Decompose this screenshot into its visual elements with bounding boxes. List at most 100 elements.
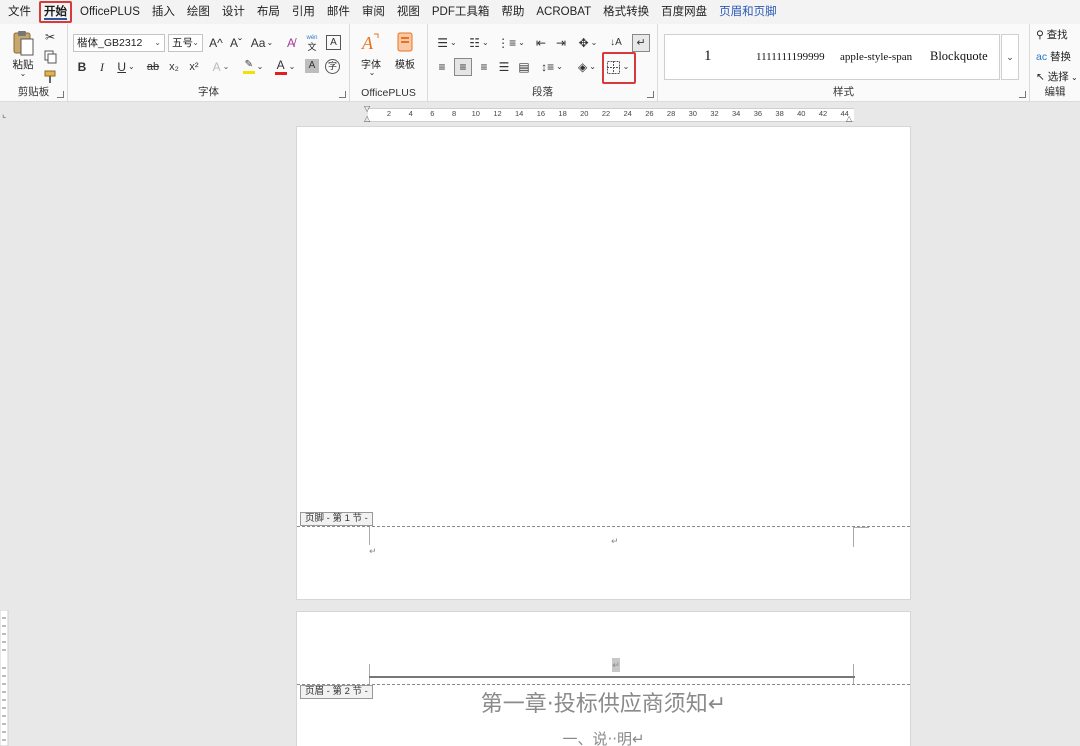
menu-tab-label: 设计 bbox=[221, 6, 245, 18]
tab-selector-icon[interactable]: ⌞ bbox=[2, 109, 6, 120]
styles-launcher-icon[interactable] bbox=[1019, 91, 1026, 98]
menu-tab[interactable]: 文件 bbox=[2, 1, 37, 23]
chinese-layout-button[interactable]: ✥ ⌄ bbox=[575, 34, 601, 52]
sort-icon[interactable]: ↓A bbox=[608, 34, 624, 52]
multilevel-list-button[interactable]: ⋮≡ ⌄ bbox=[497, 34, 525, 52]
menu-tab[interactable]: OfficePLUS bbox=[74, 1, 146, 23]
editing-group-label: 编辑 bbox=[1044, 86, 1066, 98]
font-size-value: 五号 bbox=[172, 37, 193, 49]
ruler-tick-label: 10 bbox=[471, 109, 480, 118]
highlight-color-button[interactable]: ✎ ⌄ bbox=[240, 58, 266, 76]
format-painter-icon[interactable] bbox=[42, 69, 58, 85]
document-page-2[interactable]: ↵ 页眉 - 第 2 节 - 第一章·投标供应商须知↵ 一、说··明↵ bbox=[296, 611, 911, 746]
font-size-dropdown[interactable]: 五号 ⌄ bbox=[168, 34, 203, 52]
styles-more-icon[interactable]: ⌄ bbox=[1001, 34, 1019, 80]
superscript-button[interactable]: x² bbox=[186, 58, 202, 76]
clipboard-launcher-icon[interactable] bbox=[57, 91, 64, 98]
chevron-down-icon[interactable]: ⌄ bbox=[368, 68, 376, 78]
enclose-characters-icon[interactable]: 字 bbox=[325, 59, 340, 74]
font-name-dropdown[interactable]: 楷体_GB2312 ⌄ bbox=[73, 34, 165, 52]
clipboard-group: 粘贴 ⌄ ✂ 剪贴板 bbox=[0, 24, 68, 102]
chinese-layout-icon: ✥ bbox=[578, 36, 589, 50]
font-launcher-icon[interactable] bbox=[339, 91, 346, 98]
line-spacing-button[interactable]: ↕≡ ⌄ bbox=[538, 58, 566, 76]
menu-tab[interactable]: 视图 bbox=[391, 1, 426, 23]
search-icon: ⚲ bbox=[1036, 29, 1044, 41]
officeplus-font-icon[interactable]: A bbox=[359, 30, 383, 54]
replace-label: 替换 bbox=[1050, 51, 1072, 63]
menu-tab[interactable]: PDF工具箱 bbox=[426, 1, 496, 23]
menu-tab[interactable]: 审阅 bbox=[356, 1, 391, 23]
officeplus-template-button[interactable]: 模板 bbox=[390, 56, 420, 71]
menu-tab-label: ACROBAT bbox=[536, 6, 592, 18]
chevron-down-icon: ⌄ bbox=[450, 38, 457, 47]
menu-tab[interactable]: 格式转换 bbox=[597, 1, 655, 23]
font-color-button[interactable]: A ⌄ bbox=[272, 58, 298, 76]
menu-tab[interactable]: 插入 bbox=[146, 1, 181, 23]
paste-dropdown-icon[interactable]: ⌄ bbox=[18, 69, 28, 79]
ruler-tick-label: 32 bbox=[710, 109, 719, 118]
menu-tab[interactable]: 开始 bbox=[39, 1, 72, 23]
shrink-font-icon[interactable]: Aˇ bbox=[228, 34, 244, 52]
distributed-icon[interactable]: ▤ bbox=[516, 58, 532, 76]
align-left-icon[interactable]: ≡ bbox=[434, 58, 450, 76]
phonetic-guide-button[interactable]: wén 文 bbox=[304, 34, 320, 52]
document-page-1[interactable]: 页脚 - 第 1 节 - ↵ ↵ bbox=[296, 126, 911, 600]
character-shading-icon[interactable]: A bbox=[305, 59, 319, 73]
ruler-tick-label: 36 bbox=[753, 109, 763, 118]
officeplus-template-icon[interactable] bbox=[394, 30, 416, 54]
menu-tab[interactable]: ACROBAT bbox=[530, 1, 597, 23]
shading-button[interactable]: ◈ ⌄ bbox=[573, 58, 601, 76]
subscript-button[interactable]: x₂ bbox=[166, 58, 182, 76]
ruler-tick-label: 28 bbox=[666, 109, 676, 118]
italic-button[interactable]: I bbox=[94, 58, 110, 76]
strikethrough-button[interactable]: ab bbox=[144, 58, 162, 76]
menu-tab[interactable]: 绘图 bbox=[181, 1, 216, 23]
style-item[interactable]: 1 bbox=[704, 48, 712, 64]
ruler-tick-label: 18 bbox=[558, 109, 567, 118]
chevron-down-icon: ⌄ bbox=[1068, 73, 1078, 82]
menu-tab[interactable]: 引用 bbox=[286, 1, 321, 23]
cut-icon[interactable]: ✂ bbox=[42, 29, 58, 45]
first-line-indent-marker-icon[interactable]: ▽ bbox=[364, 104, 370, 113]
character-border-icon[interactable]: A bbox=[326, 35, 341, 50]
vertical-ruler bbox=[0, 609, 14, 746]
grow-font-icon[interactable]: A^ bbox=[208, 34, 224, 52]
justify-icon[interactable]: ☰ bbox=[496, 58, 512, 76]
font-name-value: 楷体_GB2312 bbox=[77, 37, 143, 49]
text-effects-button[interactable]: A ⌄ bbox=[208, 58, 234, 76]
change-case-button[interactable]: Aa ⌄ bbox=[250, 34, 274, 52]
hanging-indent-marker-icon[interactable]: △ bbox=[364, 114, 370, 123]
bullets-button[interactable]: ☰ ⌄ bbox=[434, 34, 460, 52]
menu-tab[interactable]: 邮件 bbox=[321, 1, 356, 23]
menu-tab-label: 帮助 bbox=[501, 6, 525, 18]
select-button[interactable]: ↖ 选择 ⌄ bbox=[1036, 69, 1078, 84]
copy-icon[interactable] bbox=[42, 49, 58, 65]
phonetic-guide-top: wén bbox=[306, 35, 318, 41]
clear-formatting-icon[interactable]: A̸ bbox=[283, 34, 299, 52]
menu-tab[interactable]: 帮助 bbox=[495, 1, 530, 23]
align-center-icon[interactable]: ≡ bbox=[454, 58, 472, 76]
numbering-button[interactable]: ☷ ⌄ bbox=[466, 34, 492, 52]
menu-tab-label: 邮件 bbox=[326, 6, 350, 18]
menu-tab[interactable]: 设计 bbox=[216, 1, 251, 23]
paste-icon[interactable] bbox=[10, 28, 36, 58]
menu-tab[interactable]: 布局 bbox=[251, 1, 286, 23]
chapter-title: 第一章·投标供应商须知↵ bbox=[480, 692, 727, 717]
paragraph-launcher-icon[interactable] bbox=[647, 91, 654, 98]
style-item[interactable]: Blockquote bbox=[930, 49, 988, 63]
underline-button[interactable]: U ⌄ bbox=[114, 58, 138, 76]
bold-button[interactable]: B bbox=[74, 58, 90, 76]
decrease-indent-icon[interactable]: ⇤ bbox=[533, 34, 549, 52]
officeplus-group-label: OfficePLUS bbox=[361, 87, 416, 99]
style-item[interactable]: apple-style-span bbox=[840, 51, 912, 65]
style-item[interactable]: 1111111199999 bbox=[756, 51, 825, 65]
ruler-tick-label: 34 bbox=[732, 109, 741, 118]
find-button[interactable]: ⚲ 查找 bbox=[1036, 27, 1068, 42]
show-marks-icon[interactable]: ↵ bbox=[632, 34, 650, 52]
menu-tab[interactable]: 页眉和页脚 bbox=[713, 1, 783, 23]
increase-indent-icon[interactable]: ⇥ bbox=[553, 34, 569, 52]
replace-button[interactable]: ac 替换 bbox=[1036, 49, 1071, 64]
menu-tab[interactable]: 百度网盘 bbox=[655, 1, 713, 23]
align-right-icon[interactable]: ≡ bbox=[476, 58, 492, 76]
